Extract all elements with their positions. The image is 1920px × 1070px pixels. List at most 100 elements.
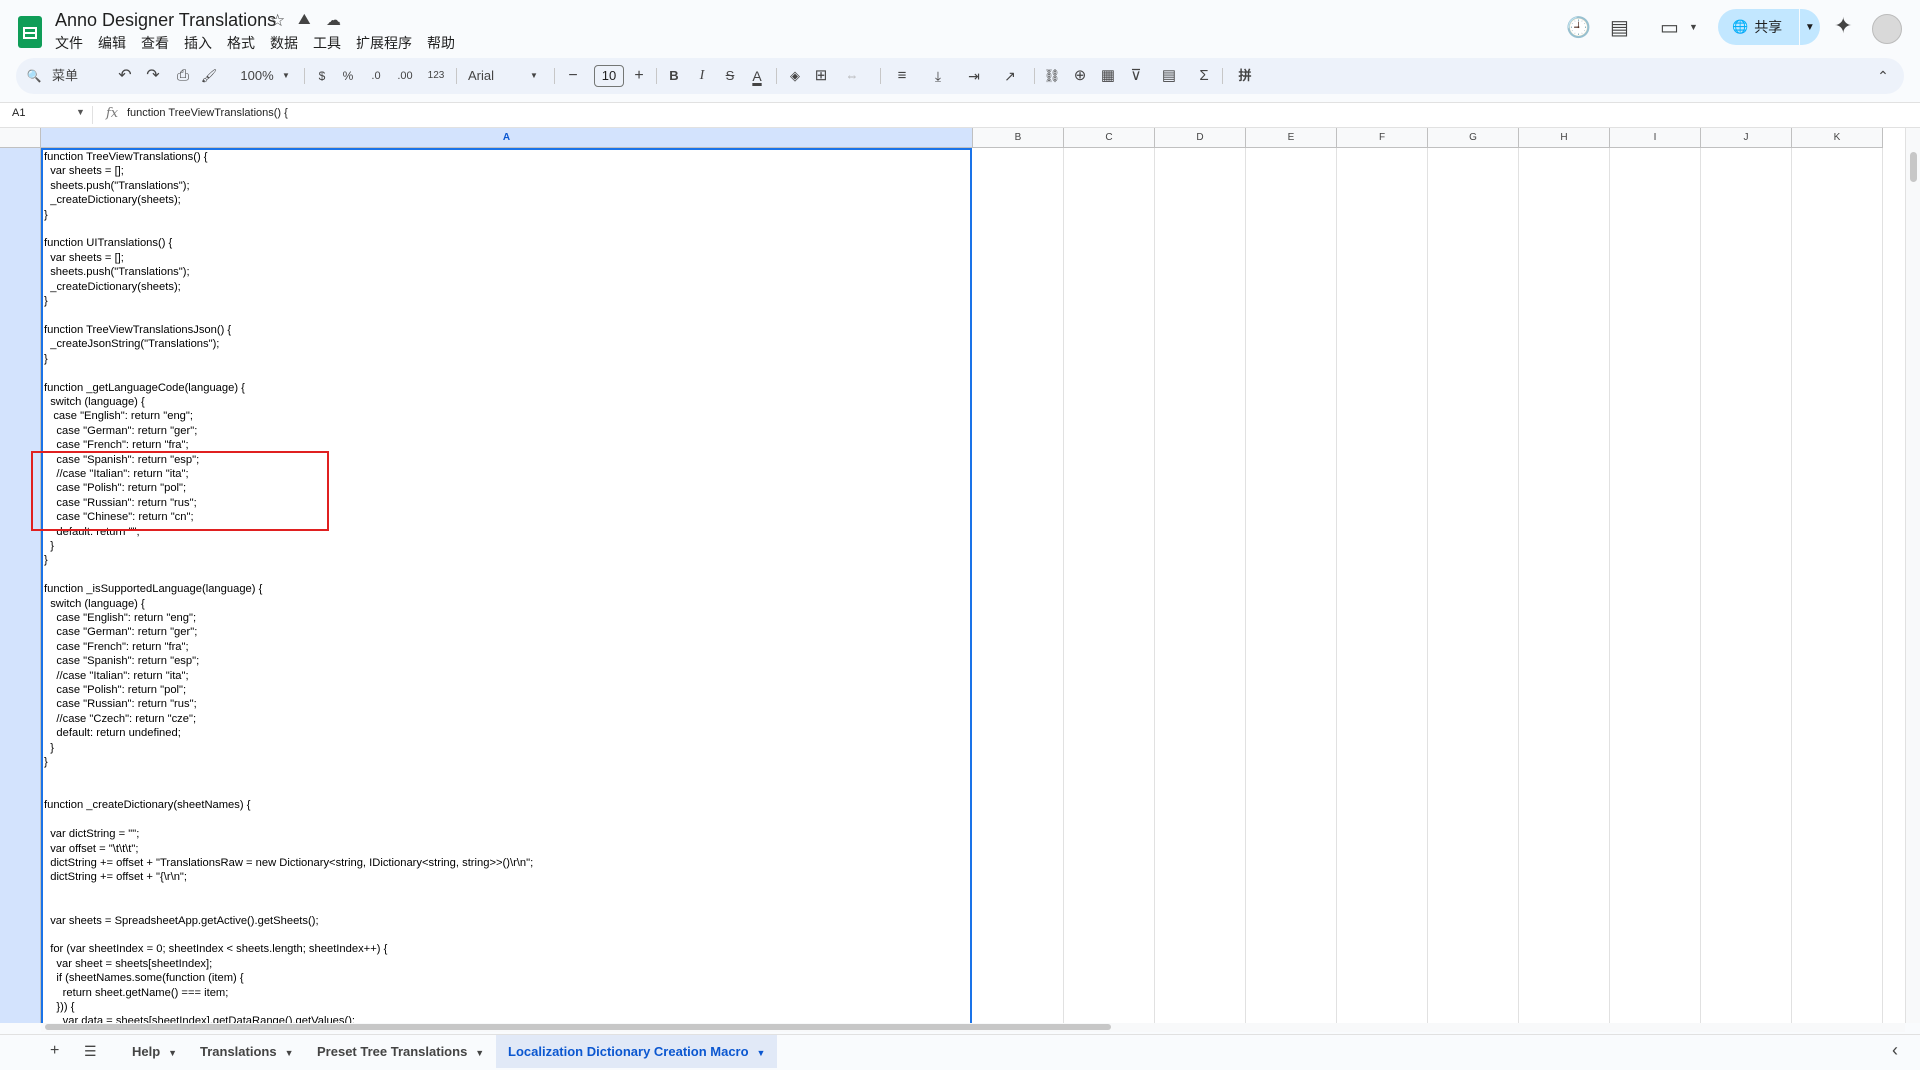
filter-icon[interactable]: ⊽ [1126,58,1146,94]
select-all-corner[interactable] [0,128,41,148]
column-header-f[interactable]: F [1337,128,1428,148]
text-color-button[interactable]: A [748,58,766,94]
column-header-b[interactable]: B [973,128,1064,148]
text-wrapping-icon[interactable]: ⇥ [960,58,988,94]
all-sheets-icon[interactable]: ☰ [84,1043,97,1060]
currency-format-button[interactable]: $ [314,58,330,94]
spreadsheet-grid[interactable]: A B C D E F G H I J K function TreeViewT… [0,128,1905,1023]
tab-dropdown-icon[interactable]: ▼ [757,1048,766,1058]
tab-dropdown-icon[interactable]: ▼ [475,1048,484,1058]
font-size-decrease-button[interactable]: − [564,58,582,94]
menu-extensions[interactable]: 扩展程序 [356,33,412,53]
menu-tools[interactable]: 工具 [313,33,341,53]
sheet-tab-translations[interactable]: Translations ▼ [188,1035,306,1068]
decrease-decimal-button[interactable]: .0 [366,58,386,94]
insert-link-icon[interactable]: ⛓ [1042,58,1062,94]
vertical-align-icon[interactable]: ⤓ [924,58,952,94]
font-select[interactable]: Arial [468,58,528,94]
menu-bar: 文件 编辑 查看 插入 格式 数据 工具 扩展程序 帮助 [55,33,455,53]
fill-color-icon[interactable]: ◈ [786,58,804,94]
formula-input[interactable]: function TreeViewTranslations() { [127,107,288,119]
borders-icon[interactable]: ⊞ [812,58,830,94]
vertical-scroll-thumb[interactable] [1910,152,1917,182]
search-menus-label[interactable]: 菜单 [52,58,82,94]
tab-dropdown-icon[interactable]: ▼ [168,1048,177,1058]
vertical-scrollbar[interactable] [1905,128,1920,1023]
number-format-button[interactable]: 123 [424,58,448,94]
menu-data[interactable]: 数据 [270,33,298,53]
paint-format-icon[interactable]: 🖌 [200,58,218,94]
share-dropdown-icon[interactable]: ▼ [1800,22,1820,33]
toolbar-divider [656,68,657,84]
column-gridline [1154,148,1155,1023]
percent-format-button[interactable]: % [340,58,356,94]
font-dropdown-icon[interactable]: ▼ [528,58,540,94]
sheets-logo-icon[interactable] [18,16,42,48]
tab-dropdown-icon[interactable]: ▼ [285,1048,294,1058]
horizontal-align-icon[interactable]: ≡ [888,58,916,94]
menu-insert[interactable]: 插入 [184,33,212,53]
insert-comment-icon[interactable]: ⊕ [1070,58,1090,94]
menu-view[interactable]: 查看 [141,33,169,53]
column-header-j[interactable]: J [1701,128,1792,148]
undo-icon[interactable]: ↶ [116,58,134,94]
zoom-select[interactable]: 100% [236,58,278,94]
sheet-tab-localization-dictionary-creation-macro[interactable]: Localization Dictionary Creation Macro ▼ [496,1035,778,1068]
version-history-icon[interactable]: 🕘 [1566,15,1591,40]
insert-chart-icon[interactable]: ▦ [1098,58,1118,94]
red-highlight-annotation [31,451,329,531]
column-header-g[interactable]: G [1428,128,1519,148]
star-icon[interactable]: ☆ [270,11,285,31]
text-rotation-icon[interactable]: ↗ [996,58,1024,94]
functions-button[interactable]: Σ [1194,58,1214,94]
column-header-k[interactable]: K [1792,128,1883,148]
menu-edit[interactable]: 编辑 [98,33,126,53]
print-icon[interactable]: ⎙ [174,58,192,94]
input-tools-icon[interactable]: 拼 [1230,58,1260,94]
strikethrough-button[interactable]: S [722,58,738,94]
bold-button[interactable]: B [666,58,682,94]
share-button[interactable]: 🌐 共享 ▼ [1718,9,1820,45]
cell-a1-content[interactable]: function TreeViewTranslations() { var sh… [44,150,533,1023]
document-title[interactable]: Anno Designer Translations [55,10,276,31]
redo-icon[interactable]: ↷ [144,58,162,94]
italic-button[interactable]: I [694,58,710,94]
menu-help[interactable]: 帮助 [427,33,455,53]
add-sheet-icon[interactable]: + [50,1042,59,1060]
function-icon: fx [106,106,119,121]
comments-icon[interactable]: ▤ [1610,15,1629,40]
zoom-dropdown-icon[interactable]: ▼ [280,58,292,94]
menu-file[interactable]: 文件 [55,33,83,53]
font-size-input[interactable]: 10 [594,65,624,87]
toolbar-divider [776,68,777,84]
name-box-dropdown-icon[interactable]: ▼ [76,107,85,117]
cloud-status-icon[interactable]: ☁ [326,11,341,29]
increase-decimal-button[interactable]: .00 [394,58,416,94]
horizontal-scrollbar[interactable] [41,1023,1905,1032]
sheet-tab-label: Localization Dictionary Creation Macro [508,1044,749,1059]
horizontal-scroll-thumb[interactable] [45,1024,1111,1030]
avatar[interactable] [1872,14,1902,44]
filter-views-icon[interactable]: ▤ [1154,58,1184,94]
column-header-i[interactable]: I [1610,128,1701,148]
column-header-a[interactable]: A [41,128,973,148]
sheet-tab-help[interactable]: Help ▼ [120,1035,189,1068]
column-header-h[interactable]: H [1519,128,1610,148]
move-to-drive-icon[interactable]: ⛰ [298,11,311,28]
column-header-c[interactable]: C [1064,128,1155,148]
gemini-icon[interactable]: ✦ [1834,13,1852,39]
sheet-tab-preset-tree-translations[interactable]: Preset Tree Translations ▼ [305,1035,496,1068]
meet-icon[interactable]: ▭ [1660,15,1679,40]
collapse-sheet-list-icon[interactable]: ‹ [1892,1040,1898,1061]
meet-dropdown-icon[interactable]: ▼ [1689,22,1698,32]
search-icon[interactable]: 🔍 [26,58,42,94]
menu-format[interactable]: 格式 [227,33,255,53]
collapse-toolbar-icon[interactable]: ⌃ [1874,58,1892,94]
column-header-d[interactable]: D [1155,128,1246,148]
column-header-e[interactable]: E [1246,128,1337,148]
merge-cells-icon[interactable]: ⇔ [838,58,866,94]
row-header-selected[interactable] [0,148,41,1023]
column-gridline [1245,148,1246,1023]
font-size-increase-button[interactable]: + [630,58,648,94]
name-box[interactable]: A1 [12,107,25,119]
